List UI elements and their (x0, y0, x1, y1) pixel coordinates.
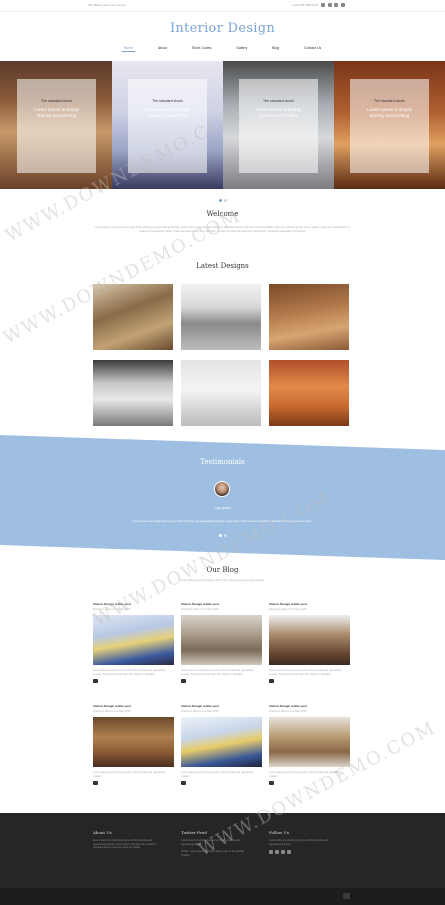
footer-bottom-bar (0, 888, 445, 905)
main-nav: Home About Short Codes Gallery Blog Cont… (0, 45, 445, 52)
post-meta: Posted by admin on 12 May 2015 (181, 710, 219, 713)
slider-dot[interactable] (223, 199, 227, 202)
slide-caption-1: The standard chunk Lorem Ipsum is simply… (17, 79, 96, 173)
post-excerpt: Lorem Ipsum is simply dummy text of the … (181, 669, 253, 676)
slide-title: The standard chunk (41, 99, 72, 103)
footer-follow: Follow Us Lorem Ipsum is simply dummy te… (269, 830, 339, 856)
blog-card-5: Interior Design article post Posted by a… (181, 704, 262, 785)
avatar (214, 481, 230, 497)
nav-item-short-codes[interactable]: Short Codes (190, 45, 213, 51)
testimonial-pagination (0, 534, 445, 538)
blog-title: Our Blog (206, 566, 239, 574)
design-thumb-4[interactable] (93, 360, 173, 426)
comment-icon[interactable] (181, 781, 186, 785)
design-thumb-3[interactable] (269, 284, 349, 350)
rss-icon[interactable] (341, 3, 346, 8)
post-image[interactable] (181, 717, 262, 767)
contact-info-left: ZR, Beijing and more zones (88, 3, 125, 7)
post-title[interactable]: Interior Design article post (93, 704, 174, 708)
design-thumb-5[interactable] (181, 360, 261, 426)
footer-about-text: Lorem Ipsum is simply dummy text of the … (93, 839, 157, 850)
post-image[interactable] (269, 615, 350, 665)
nav-item-home[interactable]: Home (121, 45, 136, 52)
nav-item-gallery[interactable]: Gallery (234, 45, 249, 51)
twitter-icon[interactable] (327, 3, 332, 8)
contact-info-right: +123 456 789 0123 (292, 3, 346, 8)
post-meta: Posted by admin on 12 May 2015 (181, 608, 219, 611)
nav-item-blog[interactable]: Blog (270, 45, 281, 51)
post-excerpt: Lorem Ipsum is simply dummy text of the … (269, 669, 341, 676)
footer-social-icons (269, 850, 339, 856)
blog-card-3: Interior Design article post Posted by a… (269, 602, 350, 683)
footer-about: About Us Lorem Ipsum is simply dummy tex… (93, 830, 163, 850)
rss-icon[interactable] (287, 850, 291, 855)
back-to-top-button[interactable] (343, 893, 350, 899)
footer-follow-text: Lorem Ipsum is simply dummy text of the … (269, 839, 329, 846)
slide-text: Lorem Ipsum is simply dummy text printin… (145, 107, 190, 118)
testimonial-dot[interactable] (218, 534, 222, 537)
phone-text: +123 456 789 0123 (292, 3, 318, 7)
slide-caption-4: The standard chunk Lorem Ipsum is simply… (350, 79, 429, 173)
blog-card-2: Interior Design article post Posted by a… (181, 602, 262, 683)
post-meta: Posted by admin on 12 May 2015 (269, 710, 307, 713)
slide-caption-3: The standard chunk Lorem Ipsum is simply… (239, 79, 318, 173)
slide-text: Lorem Ipsum is simply dummy text printin… (367, 107, 412, 118)
slider-dot[interactable] (218, 199, 222, 202)
post-title[interactable]: Interior Design article post (269, 602, 350, 606)
site-logo[interactable]: Interior Design (0, 21, 445, 36)
post-title[interactable]: Interior Design article post (269, 704, 350, 708)
comment-icon[interactable] (93, 679, 98, 683)
comment-icon[interactable] (181, 679, 186, 683)
comment-icon[interactable] (93, 781, 98, 785)
designs-title: Latest Designs (196, 262, 249, 270)
footer-about-title: About Us (93, 830, 112, 835)
post-excerpt: Lorem Ipsum is simply dummy text of the … (181, 771, 253, 778)
post-image[interactable] (269, 717, 350, 767)
slide-text: Lorem Ipsum is simply dummy text printin… (256, 107, 301, 118)
slide-title: The standard chunk (152, 99, 183, 103)
google-plus-icon[interactable] (281, 850, 285, 855)
slide-title: The standard chunk (374, 99, 405, 103)
post-excerpt: Lorem Ipsum is simply dummy text of the … (93, 771, 165, 778)
slide-text: Lorem Ipsum is simply dummy text printin… (34, 107, 79, 118)
facebook-icon[interactable] (320, 3, 325, 8)
testimonial-dot[interactable] (223, 534, 227, 537)
testimonial-name: Lucy grehm (214, 506, 231, 510)
nav-item-about[interactable]: About (156, 45, 169, 51)
blog-card-4: Interior Design article post Posted by a… (93, 704, 174, 785)
comment-icon[interactable] (269, 679, 274, 683)
post-meta: Posted by admin on 12 May 2015 (269, 608, 307, 611)
footer-follow-title: Follow Us (269, 830, 290, 835)
design-thumb-6[interactable] (269, 360, 349, 426)
twitter-icon[interactable] (275, 850, 279, 855)
post-image[interactable] (93, 717, 174, 767)
facebook-icon[interactable] (269, 850, 273, 855)
post-image[interactable] (181, 615, 262, 665)
top-bar: ZR, Beijing and more zones +123 456 789 … (0, 0, 445, 12)
google-plus-icon[interactable] (334, 3, 339, 8)
testimonials-title: Testimonials (200, 458, 245, 466)
location-text: ZR, Beijing and more zones (88, 3, 126, 7)
design-thumb-2[interactable] (181, 284, 261, 350)
post-title[interactable]: Interior Design article post (181, 704, 262, 708)
nav-item-contact[interactable]: Contact Us (302, 45, 323, 51)
post-excerpt: Lorem Ipsum is simply dummy text of the … (93, 669, 165, 676)
comment-icon[interactable] (269, 781, 274, 785)
post-meta: Posted by admin on 12 May 2015 (93, 710, 131, 713)
post-title[interactable]: Interior Design article post (181, 602, 262, 606)
slide-title: The standard chunk (263, 99, 294, 103)
